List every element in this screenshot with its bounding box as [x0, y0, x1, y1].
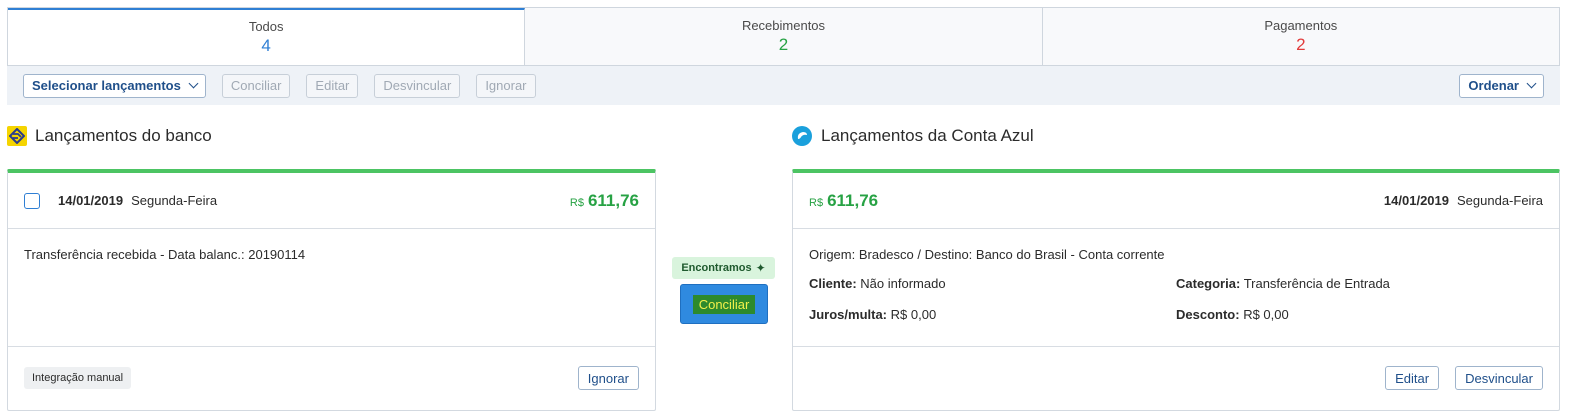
bank-section-title: Lançamentos do banco [35, 126, 212, 145]
tab-label: Recebimentos [741, 18, 826, 33]
amount-value: 611,76 [827, 190, 879, 210]
entry-date: 14/01/2019 [1383, 193, 1449, 208]
juros-field: Juros/multa: R$ 0,00 [809, 307, 1176, 322]
desconto-label: Desconto: [1176, 307, 1240, 322]
integration-tag: Integração manual [24, 367, 132, 389]
juros-value: R$ 0,00 [890, 307, 937, 322]
juros-label: Juros/multa: [809, 307, 888, 322]
reconcile-button[interactable]: Conciliar [680, 284, 768, 324]
bank-entry-card: 14/01/2019 Segunda-Feira R$ 611,76 Trans… [7, 169, 656, 411]
entry-description: Transferência recebida - Data balanc.: 2… [24, 247, 306, 262]
sort-dropdown[interactable]: Ordenar [1459, 73, 1544, 98]
entry-weekday: Segunda-Feira [1457, 193, 1543, 208]
unlink-button[interactable]: Desvincular [374, 73, 461, 98]
desconto-value: R$ 0,00 [1243, 307, 1289, 322]
bank-entry-body: Transferência recebida - Data balanc.: 2… [8, 229, 655, 347]
currency-symbol: R$ [809, 196, 824, 209]
select-entry-checkbox[interactable] [24, 192, 40, 209]
edit-button[interactable]: Editar [306, 73, 359, 98]
tab-pagamentos[interactable]: Pagamentos 2 [1042, 8, 1559, 65]
edit-entry-button[interactable]: Editar [1385, 366, 1440, 390]
entry-amount: R$ 611,76 [570, 191, 639, 211]
conta-azul-logo-icon [792, 126, 812, 146]
filter-tabs: Todos 4 Recebimentos 2 Pagamentos 2 [7, 7, 1560, 66]
bank-entry-footer: Integração manual Ignorar [8, 347, 655, 409]
tab-label: Todos [248, 19, 284, 34]
ignore-entry-button[interactable]: Ignorar [577, 366, 639, 390]
tab-todos[interactable]: Todos 4 [8, 8, 526, 65]
azul-entry-footer: Editar Desvincular [793, 347, 1559, 409]
currency-symbol: R$ [569, 196, 584, 209]
azul-entry-header: R$ 611,76 14/01/2019 Segunda-Feira [793, 173, 1559, 229]
tab-label: Pagamentos [1264, 18, 1338, 33]
azul-section-header: Lançamentos da Conta Azul [792, 126, 1034, 146]
chevron-down-icon [188, 78, 199, 89]
azul-entry-body: Origem: Bradesco / Destino: Banco do Bra… [793, 229, 1559, 347]
unlink-entry-button[interactable]: Desvincular [1455, 366, 1543, 390]
entry-amount: R$ 611,76 [809, 191, 878, 211]
tab-count: 2 [1296, 35, 1306, 54]
select-entries-dropdown[interactable]: Selecionar lançamentos [23, 73, 206, 98]
match-found-label: Encontramos [681, 262, 752, 274]
categoria-field: Categoria: Transferência de Entrada [1176, 276, 1543, 291]
tab-count: 4 [261, 36, 271, 55]
cliente-label: Cliente: [809, 276, 857, 291]
azul-entry-card: R$ 611,76 14/01/2019 Segunda-Feira Orige… [792, 169, 1560, 411]
cliente-field: Cliente: Não informado [809, 276, 1176, 291]
tab-recebimentos[interactable]: Recebimentos 2 [525, 8, 1043, 65]
reconcile-label: Conciliar [692, 294, 756, 314]
amount-value: 611,76 [587, 190, 639, 210]
tab-count: 2 [778, 35, 789, 54]
categoria-value: Transferência de Entrada [1243, 276, 1390, 291]
desconto-field: Desconto: R$ 0,00 [1176, 307, 1543, 322]
select-entries-label: Selecionar lançamentos [32, 78, 181, 93]
toolbar: Selecionar lançamentos Conciliar Editar … [7, 66, 1560, 105]
entry-origin: Origem: Bradesco / Destino: Banco do Bra… [809, 247, 1165, 262]
bank-entry-header: 14/01/2019 Segunda-Feira R$ 611,76 [8, 173, 655, 229]
categoria-label: Categoria: [1176, 276, 1241, 291]
azul-section-title: Lançamentos da Conta Azul [821, 126, 1034, 145]
entry-date: 14/01/2019 [58, 193, 124, 208]
sort-label: Ordenar [1468, 78, 1519, 93]
entry-weekday: Segunda-Feira [131, 193, 218, 208]
match-found-badge: Encontramos ✦ [672, 257, 775, 279]
conciliar-button[interactable]: Conciliar [221, 73, 291, 98]
chevron-down-icon [1526, 78, 1537, 89]
banco-do-brasil-logo-icon [7, 126, 27, 146]
bank-section-header: Lançamentos do banco [7, 126, 212, 146]
sparkle-icon: ✦ [755, 261, 766, 275]
cliente-value: Não informado [860, 276, 946, 291]
ignore-button[interactable]: Ignorar [476, 73, 536, 98]
